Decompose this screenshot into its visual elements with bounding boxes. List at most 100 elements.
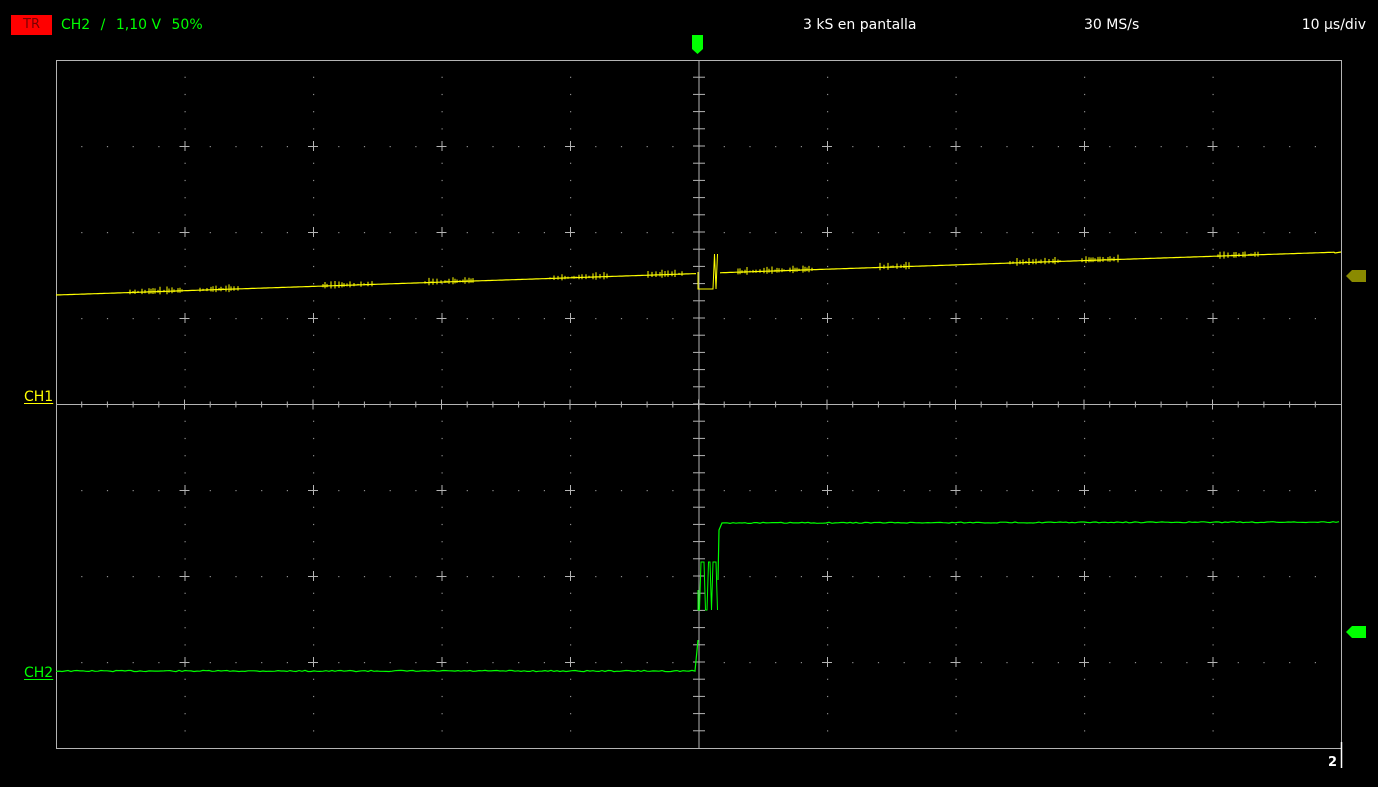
grid-dot <box>827 627 829 629</box>
grid-dot <box>570 472 572 474</box>
grid-dot <box>441 541 443 543</box>
grid-dot <box>363 576 366 578</box>
grid-dot <box>441 300 443 302</box>
grid-dot <box>184 455 186 457</box>
trigger-position-marker[interactable] <box>692 35 703 54</box>
grid-dot <box>184 678 186 680</box>
grid-dot <box>313 351 315 354</box>
grid-dot <box>1109 146 1111 148</box>
grid-dot <box>1109 490 1111 492</box>
grid-dot <box>1032 662 1034 664</box>
grid-dot <box>672 576 674 578</box>
ch2-trigger-level-marker-icon[interactable] <box>1346 626 1366 638</box>
grid-dot <box>415 662 417 664</box>
grid-dot <box>286 146 288 148</box>
grid-dot <box>184 351 186 354</box>
grid-dot <box>313 558 315 560</box>
grid-dot <box>441 592 443 594</box>
grid-dot <box>570 644 572 646</box>
grid-dot <box>261 318 263 320</box>
grid-dot <box>1212 351 1214 354</box>
grid-dot <box>106 490 109 492</box>
grid-dot <box>955 523 957 526</box>
grid-dot <box>1237 490 1239 492</box>
grid-dot <box>1263 576 1265 578</box>
grid-dot <box>158 318 160 320</box>
grid-dot <box>852 146 854 148</box>
waveform-display <box>55 35 1366 768</box>
grid-dot <box>184 248 186 250</box>
grid-dot <box>1084 93 1086 96</box>
grid-dot <box>261 662 263 664</box>
grid-dot <box>1212 592 1214 594</box>
grid-dot <box>1212 730 1214 732</box>
grid-dot <box>980 232 982 234</box>
grid-dot <box>441 730 443 732</box>
grid-dot <box>1084 334 1086 336</box>
grid-dot <box>313 455 315 457</box>
ch1-ground-label[interactable]: CH1 <box>24 389 53 405</box>
grid-dot <box>827 351 829 354</box>
grid-dot <box>313 162 315 164</box>
grid-dot <box>1212 627 1214 629</box>
grid-dot <box>1212 248 1214 250</box>
grid-dot <box>827 248 829 250</box>
grid-dot <box>1084 437 1086 440</box>
grid-dot <box>980 662 982 664</box>
ch1-level-marker-icon[interactable] <box>1346 270 1366 282</box>
grid-dot <box>955 248 957 250</box>
grid-dot <box>441 351 443 354</box>
grid-dot <box>106 232 109 234</box>
grid-dot <box>877 146 880 148</box>
grid-dot <box>929 232 931 234</box>
grid-dot <box>1186 576 1188 578</box>
grid-dot <box>800 576 802 578</box>
grid-dot <box>492 232 494 234</box>
grid-dot <box>1314 490 1316 492</box>
grid-dot <box>441 695 443 698</box>
grid-dot <box>313 420 315 422</box>
grid-dot <box>955 644 957 646</box>
grid-dot <box>1212 369 1214 371</box>
grid-dot <box>1084 162 1086 164</box>
ch1-trace-right <box>719 251 1342 274</box>
grid-dot <box>827 76 829 78</box>
grid-dot <box>313 592 315 594</box>
grid-dot <box>1084 627 1086 629</box>
grid-dot <box>441 76 443 78</box>
grid-dot <box>1212 713 1214 715</box>
grid-dot <box>466 318 468 320</box>
grid-dot <box>313 609 315 612</box>
grid-dot <box>723 490 725 492</box>
grid-dot <box>1212 334 1214 336</box>
grid-dot <box>877 662 880 664</box>
grid-dot <box>158 576 160 578</box>
grid-dot <box>620 318 623 320</box>
grid-dot <box>570 437 572 440</box>
ch2-ground-label[interactable]: CH2 <box>24 665 53 681</box>
grid-dot <box>955 265 957 268</box>
grid-dot <box>723 662 725 664</box>
grid-dot <box>132 146 134 148</box>
grid-dot <box>313 541 315 543</box>
grid-dot <box>1186 318 1188 320</box>
grid-dot <box>570 76 572 78</box>
grid-dot <box>827 609 829 612</box>
grid-dot <box>1212 695 1214 698</box>
grid-dot <box>852 576 854 578</box>
grid-dot <box>775 662 777 664</box>
grid-dot <box>1212 678 1214 680</box>
grid-dot <box>184 265 186 268</box>
grid-dot <box>441 523 443 526</box>
grid-dot <box>313 695 315 698</box>
grid-dot <box>1263 662 1265 664</box>
grid-dot <box>1263 490 1265 492</box>
grid-dot <box>955 369 957 371</box>
grid-dot <box>184 111 186 113</box>
grid-dot <box>1084 351 1086 354</box>
grid-dot <box>441 111 443 113</box>
grid-dot <box>877 490 880 492</box>
grid-dot <box>955 420 957 422</box>
grid-dot <box>184 609 186 612</box>
grid-dot <box>827 197 829 199</box>
